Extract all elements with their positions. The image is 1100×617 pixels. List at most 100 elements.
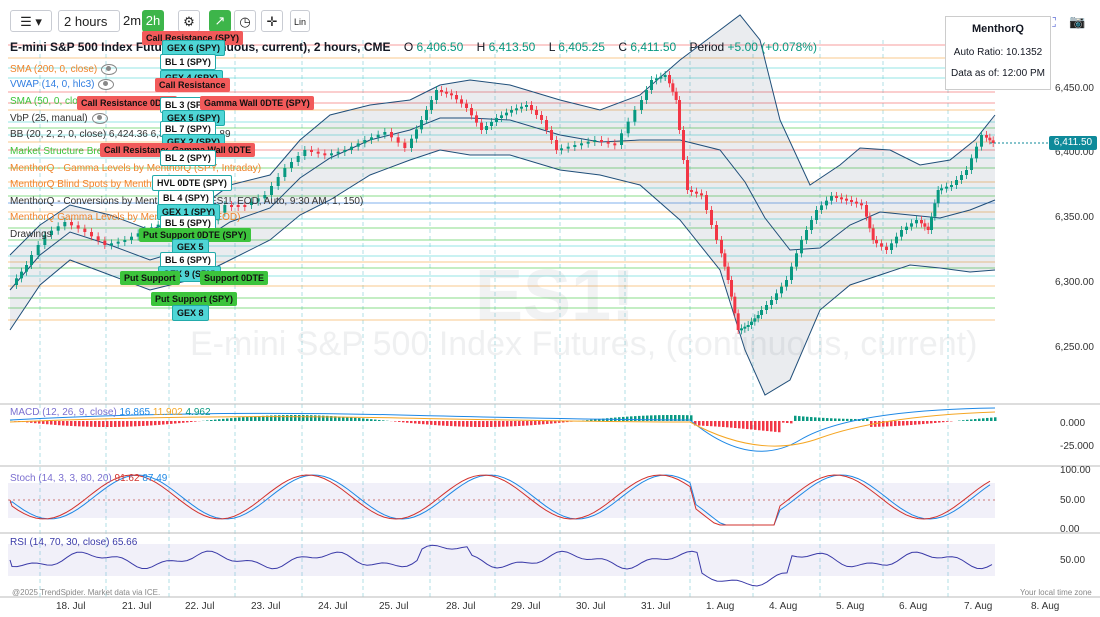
macd-bar xyxy=(502,421,505,427)
eye-icon[interactable] xyxy=(101,63,118,75)
stoch-value-1: 91.62 xyxy=(114,473,140,484)
macd-bar xyxy=(290,415,293,421)
indicator-item[interactable]: VWAP (14, 0, hlc3) xyxy=(10,78,115,91)
candle xyxy=(316,151,320,154)
macd-bar xyxy=(102,421,105,427)
macd-bar xyxy=(110,421,113,427)
indicator-item[interactable]: VbP (25, manual) xyxy=(10,112,108,125)
candle xyxy=(586,141,590,144)
macd-bar xyxy=(366,418,369,421)
macd-bar xyxy=(526,421,529,426)
eye-icon[interactable] xyxy=(91,112,108,124)
macd-bar xyxy=(154,421,157,426)
candle xyxy=(510,110,513,113)
info-box-ratio: Auto Ratio: 10.1352 xyxy=(953,47,1043,58)
candle xyxy=(936,190,940,204)
candle xyxy=(276,177,280,186)
macd-bar xyxy=(90,421,93,427)
candle xyxy=(955,180,958,185)
candle xyxy=(573,145,577,147)
candle xyxy=(566,146,570,149)
indicator-label: VbP (25, manual) xyxy=(10,113,88,124)
candle xyxy=(795,253,798,267)
candle xyxy=(445,91,448,94)
macd-bar xyxy=(814,417,817,421)
clock-button[interactable]: ◷ xyxy=(234,10,256,32)
candle xyxy=(659,76,663,79)
crosshair-button[interactable]: ✛ xyxy=(261,10,283,32)
macd-bar xyxy=(522,421,525,426)
candle xyxy=(895,236,898,244)
indicator-label: Drawings xyxy=(10,229,52,240)
hamburger-icon: ☰ ▾ xyxy=(20,14,42,29)
candle xyxy=(820,205,823,210)
timezone-note[interactable]: Your local time zone xyxy=(1020,588,1092,597)
candle xyxy=(686,160,689,190)
macd-bar xyxy=(914,421,917,425)
macd-bar xyxy=(62,421,65,426)
candle xyxy=(495,118,498,122)
candle xyxy=(30,255,33,265)
candle xyxy=(20,271,23,279)
date-tick: 6. Aug xyxy=(899,601,928,612)
quick-interval-2m[interactable]: 2m xyxy=(121,10,143,32)
candle xyxy=(515,108,518,111)
period-value: +5.00 (+0.078%) xyxy=(727,40,817,54)
macd-bar xyxy=(514,421,517,427)
candle xyxy=(640,100,643,110)
macd-bar xyxy=(222,418,225,421)
macd-bar xyxy=(194,421,197,422)
candle xyxy=(733,296,737,314)
indicator-item[interactable]: SMA (200, 0, close) xyxy=(10,63,118,76)
candle xyxy=(765,305,768,310)
candle xyxy=(363,140,367,144)
level-label: Support 0DTE xyxy=(200,271,268,285)
camera-icon[interactable]: 📷 xyxy=(1069,14,1085,30)
macd-bar xyxy=(626,416,629,421)
rsi-legend: RSI (14, 70, 30, close) 65.66 xyxy=(10,537,137,548)
price-tick: 6,350.00 xyxy=(1055,212,1094,223)
level-label: Put Support (SPY) xyxy=(151,292,237,306)
crosshair-icon: ✛ xyxy=(266,14,278,29)
macd-bar xyxy=(66,421,69,426)
period-label: Period xyxy=(689,40,725,54)
macd-bar xyxy=(758,421,761,431)
sub-pane-tick: 50.00 xyxy=(1060,555,1086,566)
symbol-menu-button[interactable]: ☰ ▾ xyxy=(10,10,52,32)
indicator-item[interactable]: Drawings xyxy=(10,228,52,241)
macd-bar xyxy=(306,415,309,421)
macd-bar xyxy=(458,421,461,427)
quick-interval-2h[interactable]: 2h xyxy=(142,10,164,32)
candle xyxy=(83,228,87,232)
macd-bar xyxy=(170,421,173,424)
price-tick: 6,300.00 xyxy=(1055,277,1094,288)
eye-icon[interactable] xyxy=(98,78,115,90)
settings-button[interactable]: ⚙ xyxy=(178,10,200,32)
candle xyxy=(535,110,538,115)
candle xyxy=(550,130,553,140)
copyright-note: @2025 TrendSpider. Market data via ICE. xyxy=(12,588,161,597)
interval-select[interactable]: 2 hours xyxy=(58,10,120,32)
date-tick: 18. Jul xyxy=(56,601,86,612)
indicator-item[interactable]: MenthorQ - Gamma Levels by MenthorQ (SPY… xyxy=(10,162,261,175)
candle xyxy=(840,197,843,200)
macd-bar xyxy=(722,421,725,428)
candle xyxy=(633,110,637,122)
macd-bar xyxy=(358,418,361,421)
macd-bar xyxy=(926,421,929,424)
macd-bar xyxy=(442,421,445,426)
macd-bar xyxy=(162,421,165,425)
candle xyxy=(825,200,828,206)
candle xyxy=(885,246,888,250)
candle xyxy=(15,278,18,285)
candle xyxy=(530,105,533,110)
candle xyxy=(376,134,380,138)
lin-scale-button[interactable]: Lin xyxy=(290,10,310,32)
macd-bar xyxy=(378,419,381,421)
candle xyxy=(965,170,968,175)
indicators-button[interactable]: ↗ xyxy=(209,10,231,32)
macd-bar xyxy=(718,421,721,427)
candle xyxy=(336,151,340,154)
macd-bar xyxy=(982,418,985,421)
macd-bar xyxy=(774,421,777,432)
